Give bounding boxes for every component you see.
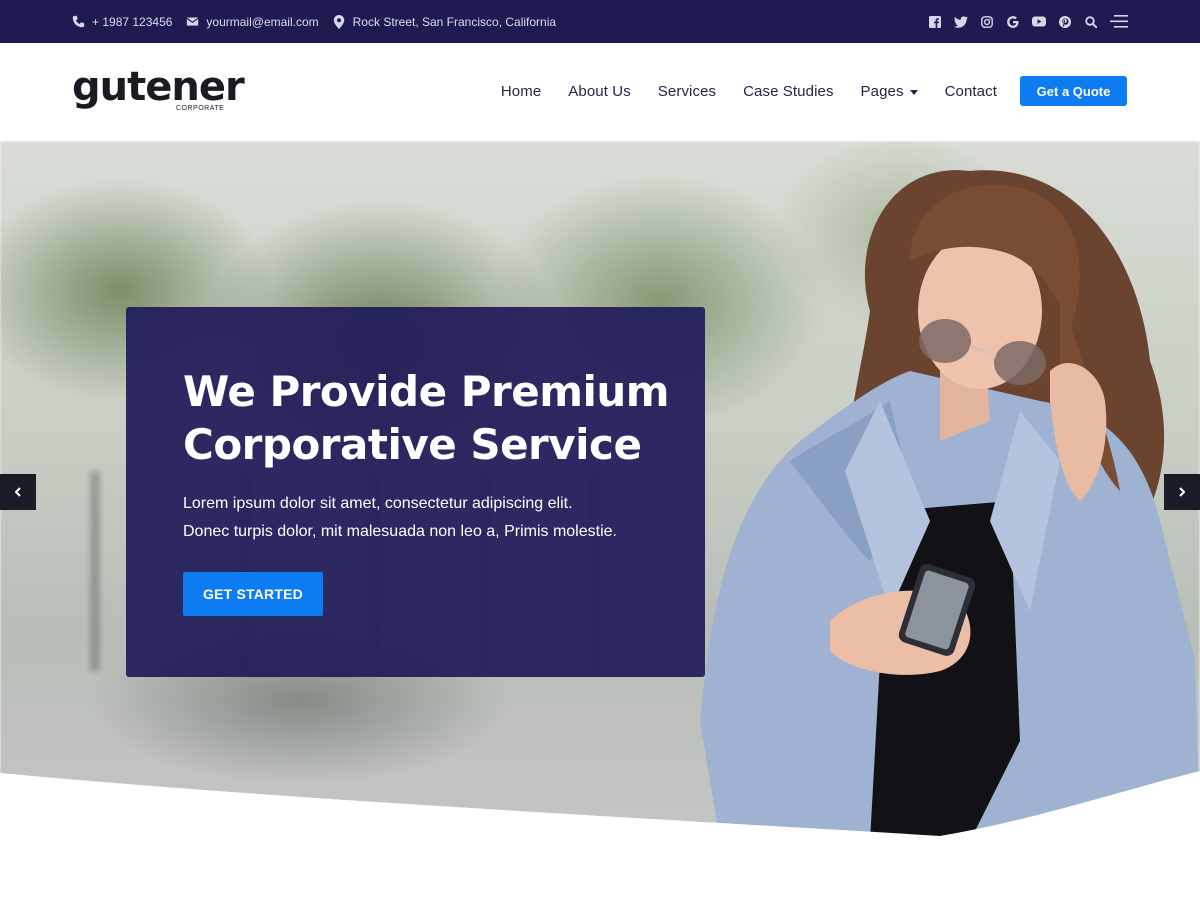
- phone-info[interactable]: + 1987 123456: [72, 15, 172, 29]
- instagram-icon[interactable]: [980, 15, 994, 29]
- nav-item-services[interactable]: Services: [658, 76, 716, 106]
- hero-title: We Provide Premium Corporative Service: [183, 365, 683, 471]
- site-header: gutener CORPORATE Home About Us Services…: [0, 43, 1200, 141]
- google-icon[interactable]: [1006, 15, 1020, 29]
- pinterest-icon[interactable]: [1058, 15, 1072, 29]
- nav-item-pages[interactable]: Pages: [861, 76, 918, 106]
- get-a-quote-button[interactable]: Get a Quote: [1020, 76, 1127, 106]
- site-logo[interactable]: gutener CORPORATE: [72, 64, 245, 117]
- nav-item-pages-label: Pages: [860, 82, 904, 100]
- search-icon[interactable]: [1084, 15, 1098, 29]
- phone-number: + 1987 123456: [92, 14, 173, 29]
- map-marker-icon: [333, 14, 347, 29]
- slider-next-button[interactable]: [1164, 474, 1200, 510]
- contact-info: + 1987 123456 yourmail@email.com Rock St…: [72, 0, 556, 43]
- hero-description-line-1: Lorem ipsum dolor sit amet, consectetur …: [183, 495, 573, 512]
- main-navigation: Home About Us Services Case Studies Page…: [501, 76, 1127, 106]
- nav-item-case-studies[interactable]: Case Studies: [743, 76, 833, 106]
- phone-icon: [72, 15, 86, 29]
- hero-description-line-2: Donec turpis dolor, mit malesuada non le…: [183, 523, 617, 540]
- email-info[interactable]: yourmail@email.com: [186, 14, 319, 29]
- nav-item-contact[interactable]: Contact: [945, 76, 997, 106]
- menu-icon[interactable]: [1110, 15, 1128, 29]
- get-started-button[interactable]: GET STARTED: [183, 572, 323, 616]
- twitter-icon[interactable]: [954, 15, 968, 29]
- chevron-left-icon: [14, 487, 21, 497]
- content-area: [0, 841, 1200, 900]
- slider-prev-button[interactable]: [0, 474, 36, 510]
- envelope-icon: [186, 15, 200, 29]
- address-info: Rock Street, San Francisco, California: [333, 14, 557, 29]
- logo-wordmark: gutener: [72, 64, 245, 110]
- hero-bottom-wave: [0, 771, 1200, 841]
- chevron-right-icon: [1179, 487, 1186, 497]
- hero-title-line-1: We Provide Premium: [183, 367, 670, 416]
- caret-down-icon: [909, 89, 918, 95]
- nav-item-home[interactable]: Home: [501, 76, 541, 106]
- logo-tagline: CORPORATE: [176, 105, 225, 112]
- top-bar: + 1987 123456 yourmail@email.com Rock St…: [0, 0, 1200, 43]
- facebook-icon[interactable]: [928, 15, 942, 29]
- hero-slider: We Provide Premium Corporative Service L…: [0, 141, 1200, 841]
- hero-description: Lorem ipsum dolor sit amet, consectetur …: [183, 490, 683, 546]
- email-address: yourmail@email.com: [206, 14, 319, 29]
- youtube-icon[interactable]: [1032, 15, 1046, 29]
- hero-title-line-2: Corporative Service: [183, 420, 642, 469]
- social-links: [928, 0, 1128, 43]
- hero-caption-box: We Provide Premium Corporative Service L…: [126, 307, 705, 677]
- nav-item-about-us[interactable]: About Us: [568, 76, 631, 106]
- address-text: Rock Street, San Francisco, California: [352, 14, 557, 29]
- hero-woman-image: [700, 170, 1200, 841]
